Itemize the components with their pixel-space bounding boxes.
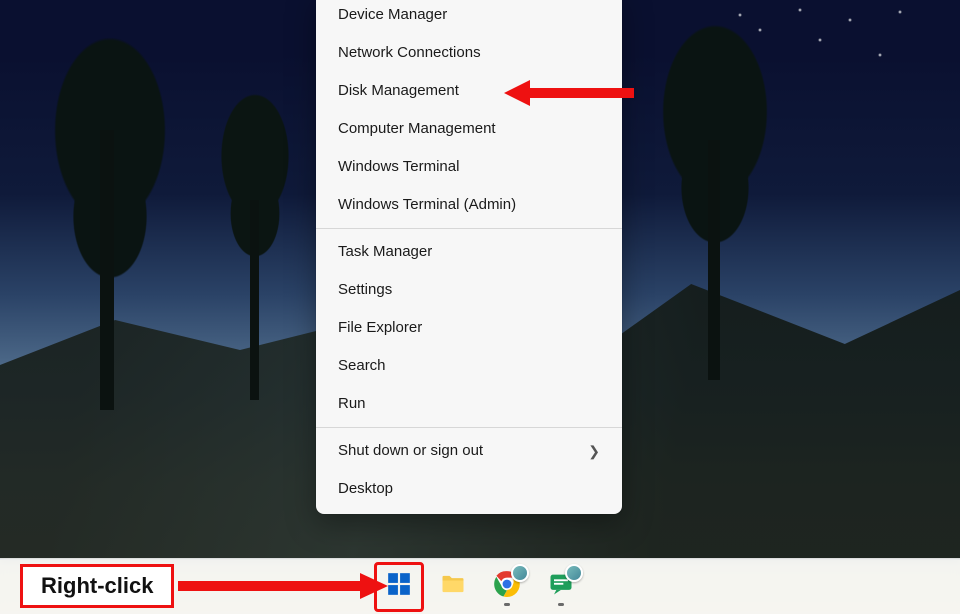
desktop-wallpaper: Device Manager Network Connections Disk … [0,0,960,614]
menu-separator [316,228,622,229]
menu-item-label: Disk Management [338,82,459,100]
instruction-label: Right-click [20,564,174,608]
menu-item-device-manager[interactable]: Device Manager [316,0,622,34]
folder-icon [439,570,467,603]
menu-item-settings[interactable]: Settings [316,271,622,309]
menu-item-label: Search [338,357,386,375]
annotation-instruction: Right-click [20,564,388,608]
menu-item-computer-management[interactable]: Computer Management [316,110,622,148]
menu-separator [316,427,622,428]
menu-item-windows-terminal-admin[interactable]: Windows Terminal (Admin) [316,186,622,224]
menu-item-shut-down-sign-out[interactable]: Shut down or sign out ❯ [316,432,622,470]
profile-avatar-badge [511,564,529,582]
taskbar-chrome[interactable] [487,567,527,607]
menu-item-label: Desktop [338,480,393,498]
chevron-right-icon: ❯ [588,443,600,460]
annotation-arrow-to-start [178,571,388,601]
menu-item-label: Computer Management [338,120,496,138]
menu-item-windows-terminal[interactable]: Windows Terminal [316,148,622,186]
menu-item-label: Task Manager [338,243,432,261]
menu-item-task-manager[interactable]: Task Manager [316,233,622,271]
taskbar-chat[interactable] [541,567,581,607]
menu-item-disk-management[interactable]: Disk Management [316,72,622,110]
profile-avatar-badge [565,564,583,582]
wallpaper-tree [630,0,800,370]
menu-item-label: Network Connections [338,44,481,62]
menu-item-file-explorer[interactable]: File Explorer [316,309,622,347]
menu-item-label: File Explorer [338,319,422,337]
wallpaper-tree [20,0,200,410]
menu-item-desktop[interactable]: Desktop [316,470,622,508]
running-indicator [504,603,510,606]
menu-item-label: Windows Terminal [338,158,459,176]
menu-item-network-connections[interactable]: Network Connections [316,34,622,72]
menu-item-run[interactable]: Run [316,385,622,423]
menu-item-search[interactable]: Search [316,347,622,385]
running-indicator [558,603,564,606]
wallpaper-tree [200,60,310,380]
menu-item-label: Shut down or sign out [338,442,483,460]
menu-item-label: Windows Terminal (Admin) [338,196,516,214]
windows-logo-icon [386,571,412,602]
taskbar-file-explorer[interactable] [433,567,473,607]
menu-item-label: Settings [338,281,392,299]
menu-item-label: Run [338,395,366,413]
winx-context-menu: Device Manager Network Connections Disk … [316,0,622,514]
menu-item-label: Device Manager [338,6,447,24]
